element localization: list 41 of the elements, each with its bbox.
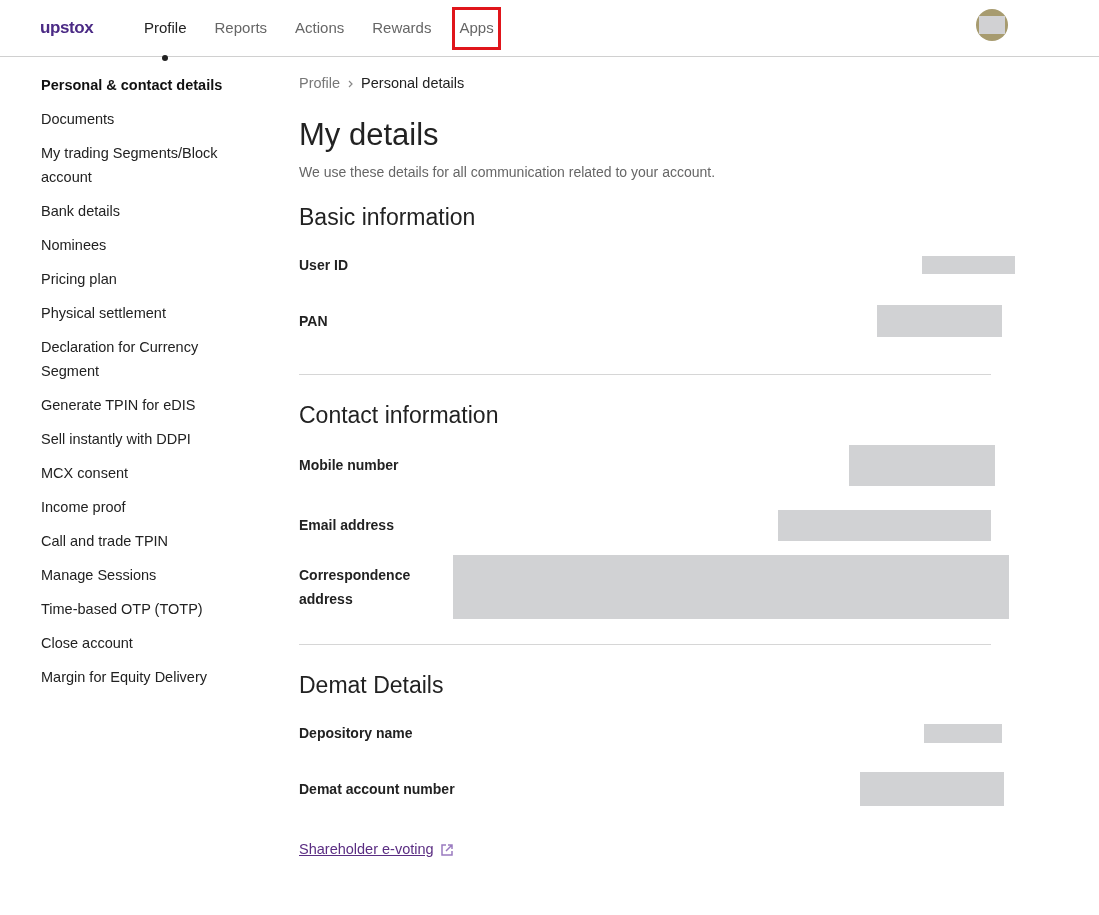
section-heading: Demat Details	[299, 671, 445, 700]
sidebar-item[interactable]: Income proof	[41, 495, 231, 519]
nav-tab[interactable]: Rewards	[366, 7, 438, 49]
sidebar-item[interactable]: Pricing plan	[41, 267, 231, 291]
sidebar-item[interactable]: Manage Sessions	[41, 563, 231, 587]
chevron-icon	[348, 80, 354, 88]
sidebar-item[interactable]: Personal & contact details	[41, 73, 231, 97]
sidebar-item[interactable]: My trading Segments/Block account	[41, 141, 231, 189]
field-label: PAN	[299, 312, 328, 331]
sidebar-item[interactable]: Margin for Equity Delivery	[41, 665, 231, 689]
field-label: User ID	[299, 256, 349, 275]
sidebar-item[interactable]: Generate TPIN for eDIS	[41, 393, 231, 417]
page-subtitle: We use these details for all communication related to your account.	[299, 163, 717, 182]
avatar-icon[interactable]	[976, 9, 1008, 41]
field-label: Email address	[299, 516, 394, 535]
section-heading: Contact information	[299, 401, 500, 430]
sidebar-item[interactable]: Declaration for Currency Segment	[41, 335, 231, 383]
sidebar-item[interactable]: Close account	[41, 631, 231, 655]
external-link-icon	[439, 842, 454, 857]
sidebar-item[interactable]: MCX consent	[41, 461, 231, 485]
upstox-logo[interactable]: upstox	[40, 15, 98, 41]
page-title: My details	[299, 116, 440, 154]
field-label: Depository name	[299, 724, 413, 743]
field-label: Correspondence address	[299, 566, 412, 609]
sidebar-item[interactable]: Call and trade TPIN	[41, 529, 231, 553]
sidebar-item[interactable]: Documents	[41, 107, 231, 131]
sidebar-item[interactable]: Time-based OTP (TOTP)	[41, 597, 231, 621]
sidebar-item[interactable]: Sell instantly with DDPI	[41, 427, 231, 451]
evoting-link[interactable]: Shareholder e-voting	[299, 839, 454, 861]
section-heading: Basic information	[299, 203, 477, 232]
sidebar-item[interactable]: Bank details	[41, 199, 231, 223]
nav-tab[interactable]: Actions	[289, 7, 351, 49]
field-label: Demat account number	[299, 780, 455, 799]
breadcrumb-item[interactable]: Profile	[299, 73, 341, 95]
nav-tab[interactable]: Apps	[453, 7, 500, 49]
sidebar-item[interactable]: Nominees	[41, 233, 231, 257]
nav-tab[interactable]: Reports	[208, 7, 274, 49]
nav-tab[interactable]: Profile	[138, 7, 193, 49]
breadcrumb-item: Personal details	[361, 74, 465, 94]
field-label: Mobile number	[299, 456, 399, 475]
sidebar-item[interactable]: Physical settlement	[41, 301, 231, 325]
